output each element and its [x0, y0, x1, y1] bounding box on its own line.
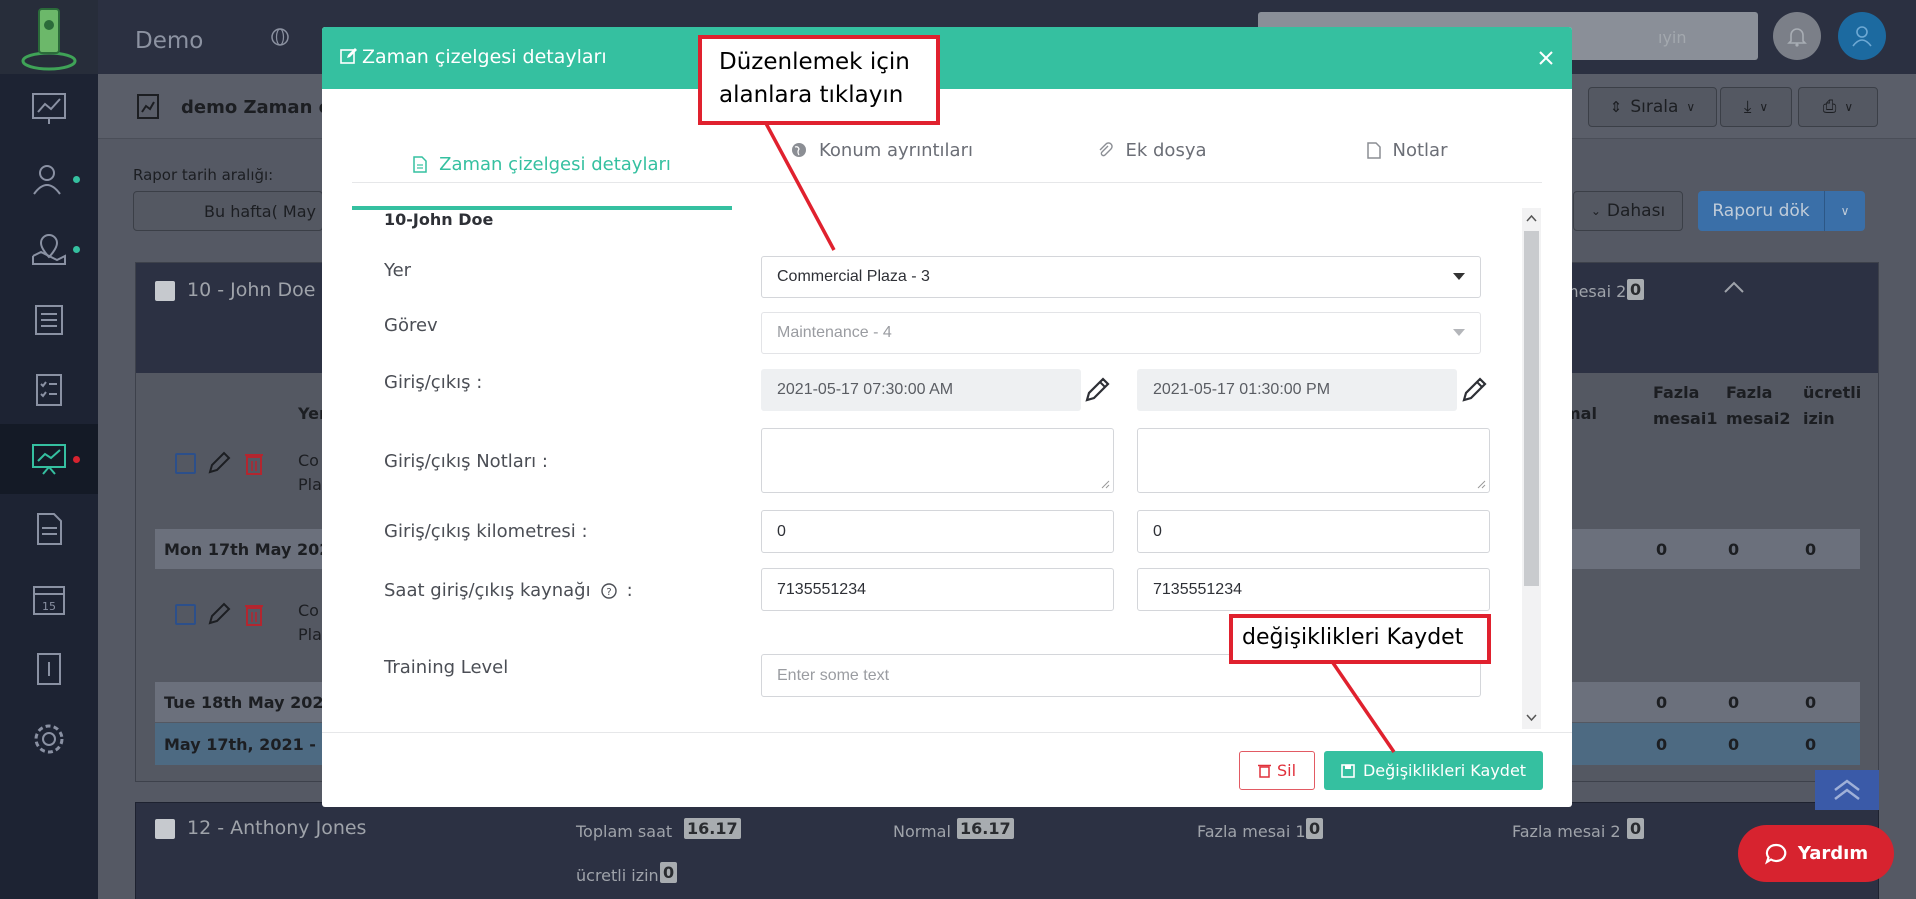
annotation-line: alanlara tıklayın: [719, 82, 904, 108]
arrow-save: [1329, 659, 1396, 753]
annotation-arrows: [760, 115, 1396, 753]
annotation-save-changes: değişiklikleri Kaydet: [1229, 614, 1491, 664]
help-label: Yardım: [1797, 843, 1869, 864]
arrow-edit: [760, 115, 836, 251]
help-button[interactable]: Yardım: [1738, 825, 1894, 882]
chat-bubble-icon: [1764, 843, 1787, 865]
annotation-line: Düzenlemek için: [719, 49, 910, 75]
annotation-click-to-edit: Düzenlemek için alanlara tıklayın: [698, 35, 940, 125]
